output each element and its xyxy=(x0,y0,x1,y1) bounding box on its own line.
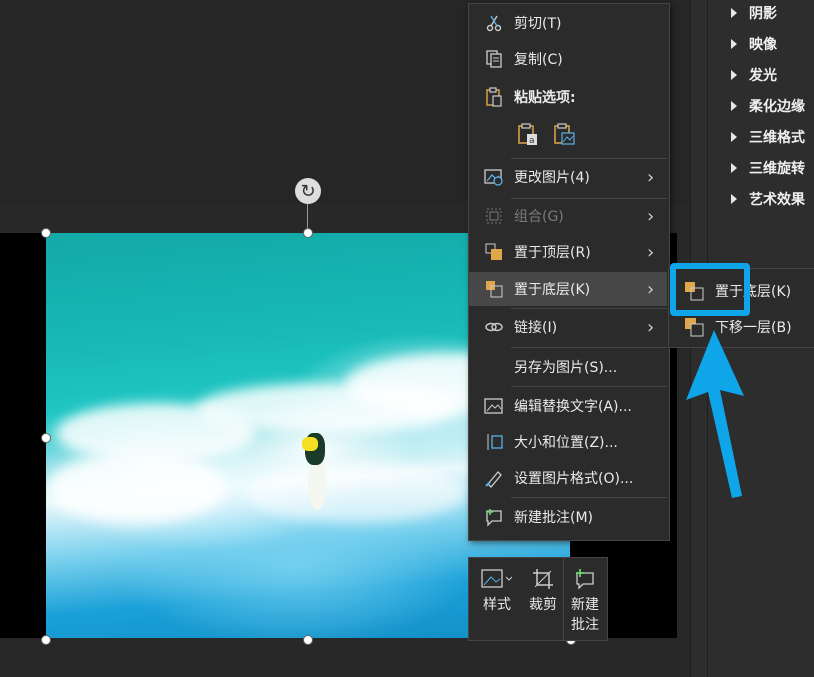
menu-item-paste-options: 粘贴选项: xyxy=(469,80,667,114)
expand-icon xyxy=(731,70,737,80)
panel-item-reflection[interactable]: 映像 xyxy=(731,33,777,55)
toolbar-separator xyxy=(563,558,564,640)
menu-item-size-position[interactable]: 大小和位置(Z)... xyxy=(469,425,667,459)
paste-icon xyxy=(483,86,505,108)
alt-text-icon xyxy=(483,395,505,417)
crop-button[interactable]: 裁剪 xyxy=(523,564,563,614)
annotation-arrow-icon xyxy=(686,330,744,498)
new-comment-icon xyxy=(565,564,605,594)
menu-item-bring-to-front[interactable]: 置于顶层(R) › xyxy=(469,235,667,269)
panel-item-3d-rotation[interactable]: 三维旋转 xyxy=(731,157,805,179)
picture-style-icon xyxy=(477,564,517,594)
menu-separator xyxy=(511,386,667,387)
group-icon xyxy=(483,205,505,227)
scissors-icon xyxy=(483,12,505,34)
format-picture-icon xyxy=(483,467,505,489)
change-picture-icon xyxy=(483,166,505,188)
menu-item-group: 组合(G) › xyxy=(469,199,667,233)
expand-icon xyxy=(731,8,737,18)
expand-icon xyxy=(731,101,737,111)
paste-keep-text-icon[interactable]: a xyxy=(517,122,539,150)
resize-handle-top-left[interactable] xyxy=(41,228,51,238)
expand-icon xyxy=(731,163,737,173)
link-icon xyxy=(483,316,505,338)
resize-handle-bottom[interactable] xyxy=(303,635,313,645)
menu-item-save-as-picture[interactable]: 另存为图片(S)... xyxy=(469,350,667,384)
highlight-box xyxy=(670,263,750,316)
svg-text:a: a xyxy=(529,136,535,146)
expand-icon xyxy=(731,194,737,204)
menu-item-send-to-back[interactable]: 置于底层(K) › xyxy=(469,272,667,306)
paste-picture-icon[interactable] xyxy=(553,122,575,150)
bring-to-front-icon xyxy=(483,241,505,263)
resize-handle-left[interactable] xyxy=(41,433,51,443)
mini-toolbar: 样式 裁剪 新建 批注 xyxy=(468,557,608,641)
menu-item-copy[interactable]: 复制(C) xyxy=(469,42,667,76)
new-comment-button[interactable]: 新建 批注 xyxy=(565,564,605,634)
crop-icon xyxy=(523,564,563,594)
menu-item-link[interactable]: 链接(I) › xyxy=(469,310,667,344)
submenu-arrow-icon: › xyxy=(647,316,655,338)
menu-item-new-comment[interactable]: 新建批注(M) xyxy=(469,500,667,534)
expand-icon xyxy=(731,39,737,49)
size-position-icon xyxy=(483,431,505,453)
rotate-handle-icon[interactable]: ↻ xyxy=(295,178,321,204)
panel-item-glow[interactable]: 发光 xyxy=(731,64,777,86)
panel-item-shadow[interactable]: 阴影 xyxy=(731,2,777,24)
menu-item-edit-alt-text[interactable]: 编辑替换文字(A)... xyxy=(469,389,667,423)
menu-separator xyxy=(511,497,667,498)
panel-item-3d-format[interactable]: 三维格式 xyxy=(731,126,805,148)
resize-handle-top[interactable] xyxy=(303,228,313,238)
expand-icon xyxy=(731,132,737,142)
menu-separator xyxy=(511,347,667,348)
context-menu: 剪切(T) 复制(C) 粘贴选项: a 更改图片(4) › 组合(G) › 置于… xyxy=(468,3,670,541)
paste-option-buttons: a xyxy=(517,122,575,150)
submenu-arrow-icon: › xyxy=(647,241,655,263)
copy-icon xyxy=(483,48,505,70)
new-comment-icon xyxy=(483,506,505,528)
submenu-arrow-icon: › xyxy=(647,205,655,227)
menu-item-cut[interactable]: 剪切(T) xyxy=(469,6,667,40)
style-button[interactable]: 样式 xyxy=(477,564,517,614)
rotation-stem xyxy=(307,200,308,230)
submenu-arrow-icon: › xyxy=(647,278,655,300)
menu-item-change-picture[interactable]: 更改图片(4) › xyxy=(469,160,667,194)
menu-separator xyxy=(511,158,667,159)
menu-separator xyxy=(511,308,667,309)
panel-item-soft-edges[interactable]: 柔化边缘 xyxy=(731,95,805,117)
surfer xyxy=(302,423,328,513)
resize-handle-bottom-left[interactable] xyxy=(41,635,51,645)
panel-item-artistic-effects[interactable]: 艺术效果 xyxy=(731,188,805,210)
menu-item-format-picture[interactable]: 设置图片格式(O)... xyxy=(469,461,667,495)
send-to-back-icon xyxy=(483,278,505,300)
submenu-arrow-icon: › xyxy=(647,166,655,188)
